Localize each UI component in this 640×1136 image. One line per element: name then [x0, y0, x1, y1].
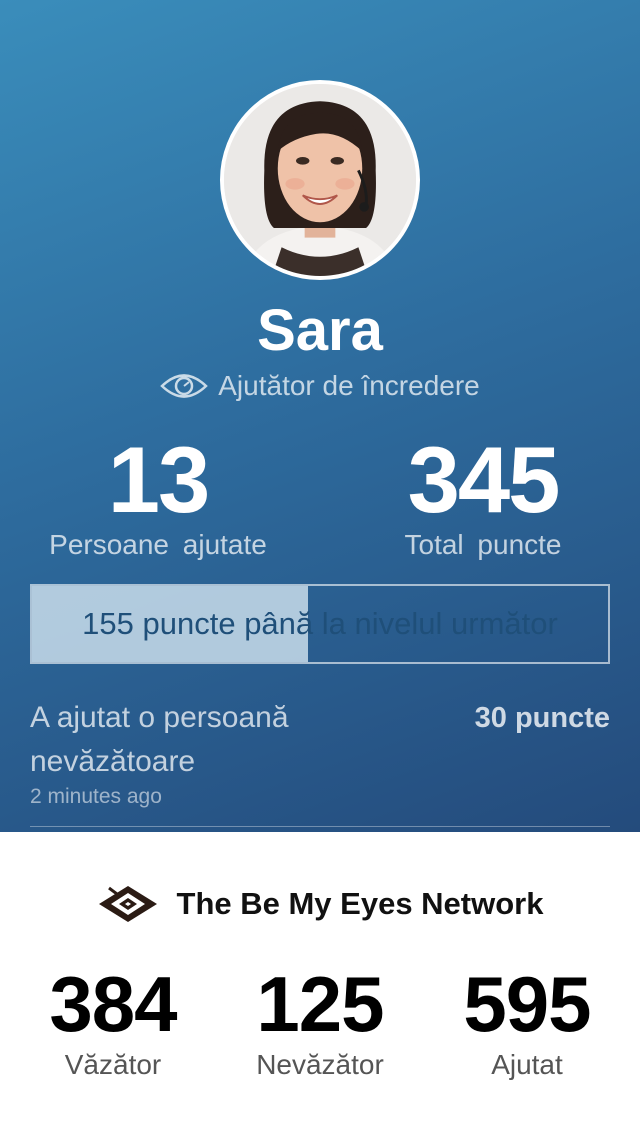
activity-divider — [30, 826, 610, 827]
network-title: The Be My Eyes Network — [176, 886, 544, 921]
activity-points: 30 puncte — [474, 702, 610, 734]
people-helped-label: Persoane ajutate — [49, 529, 267, 560]
role-label: Ajutător de încredere — [218, 370, 480, 401]
level-progress-text: 155 puncte până la nivelul următor — [82, 606, 558, 641]
people-helped-value: 13 — [107, 427, 211, 532]
total-points-stat: 345 Total puncte — [352, 432, 614, 562]
level-progress-bar: 155 puncte până la nivelul următor — [30, 584, 610, 664]
profile-name: Sara — [257, 298, 383, 363]
network-stat-blind: 125 Nevăzător — [220, 964, 420, 1082]
network-stat-label: Nevăzător — [256, 1049, 384, 1080]
people-helped-stat: 13 Persoane ajutate — [20, 432, 296, 562]
network-stat-label: Ajutat — [491, 1049, 563, 1080]
network-stat-helped: 595 Ajutat — [427, 964, 627, 1082]
network-stat-value: 384 — [49, 960, 177, 1048]
eye-icon — [160, 371, 209, 401]
total-points-label: Total puncte — [404, 529, 562, 560]
network-stat-label: Văzător — [64, 1049, 162, 1080]
activity-description: A ajutat o persoană nevăzătoare — [30, 701, 289, 778]
avatar — [220, 80, 420, 280]
network-panel: The Be My Eyes Network 384 Văzător 125 N… — [0, 832, 640, 1136]
be-my-eyes-logo-icon — [97, 882, 159, 926]
activity-timestamp: 2 minutes ago — [30, 785, 162, 808]
network-stat-sighted: 384 Văzător — [13, 964, 213, 1082]
network-stat-value: 595 — [463, 960, 591, 1048]
network-stat-value: 125 — [256, 960, 384, 1048]
avatar-photo — [224, 84, 416, 276]
total-points-value: 345 — [407, 427, 561, 532]
role-badge: Ajutător de încredere — [0, 366, 640, 406]
network-header: The Be My Eyes Network — [0, 882, 640, 926]
profile-panel: Sara Ajutător de încredere 13 Persoane a… — [0, 0, 640, 832]
